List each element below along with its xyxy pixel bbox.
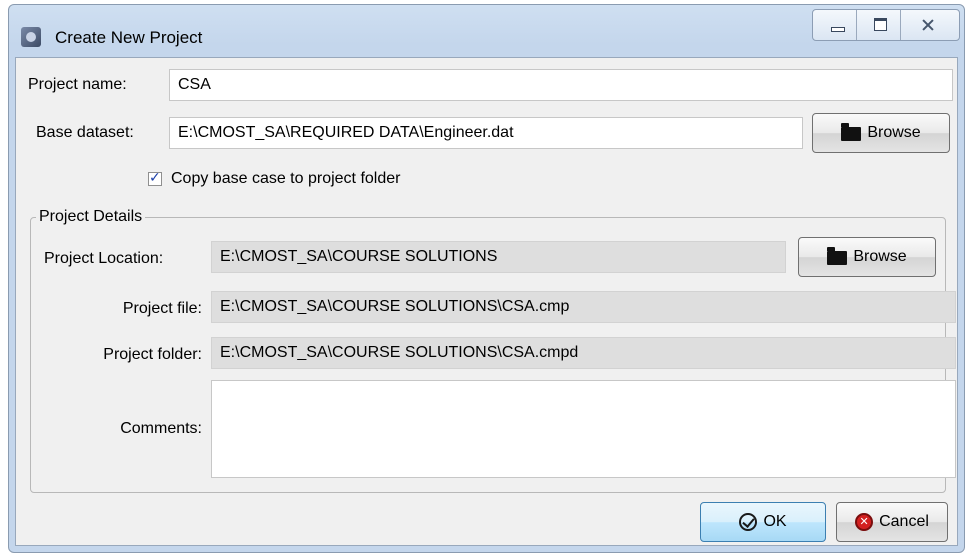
browse-label: Browse <box>867 124 921 141</box>
cancel-icon: ✕ <box>855 513 874 531</box>
project-name-input[interactable]: CSA <box>169 69 953 101</box>
project-location-browse-button[interactable]: Browse <box>798 237 936 277</box>
project-file-label: Project file: <box>122 300 202 317</box>
cancel-label: Cancel <box>879 513 929 530</box>
folder-icon <box>841 123 862 141</box>
close-icon[interactable] <box>901 10 959 40</box>
comments-textarea[interactable] <box>211 380 956 478</box>
maximize-icon[interactable] <box>857 10 901 40</box>
base-dataset-browse-button[interactable]: Browse <box>812 113 950 153</box>
create-project-dialog: Create New Project Project name: CSA Bas… <box>8 4 965 553</box>
comments-label: Comments: <box>120 420 202 437</box>
minimize-icon[interactable] <box>813 10 857 40</box>
project-location-field: E:\CMOST_SA\COURSE SOLUTIONS <box>211 241 786 273</box>
ok-label: OK <box>763 513 787 530</box>
project-folder-label: Project folder: <box>103 346 202 363</box>
project-folder-field: E:\CMOST_SA\COURSE SOLUTIONS\CSA.cmpd <box>211 337 956 369</box>
project-location-label: Project Location: <box>44 250 164 267</box>
copy-base-case-label: Copy base case to project folder <box>171 170 401 187</box>
check-circle-icon <box>739 513 758 531</box>
project-details-title: Project Details <box>36 208 146 226</box>
app-icon <box>21 27 41 47</box>
dialog-body: Project name: CSA Base dataset: E:\CMOST… <box>15 57 958 546</box>
project-file-field: E:\CMOST_SA\COURSE SOLUTIONS\CSA.cmp <box>211 291 956 323</box>
window-controls <box>812 9 960 41</box>
copy-base-case-checkbox[interactable] <box>148 169 162 186</box>
folder-icon <box>827 247 848 265</box>
base-dataset-input[interactable]: E:\CMOST_SA\REQUIRED DATA\Engineer.dat <box>169 117 803 149</box>
cancel-button[interactable]: ✕ Cancel <box>836 502 948 542</box>
title-bar[interactable]: Create New Project <box>9 5 964 53</box>
base-dataset-label: Base dataset: <box>36 124 134 141</box>
window-title: Create New Project <box>55 28 203 47</box>
ok-button[interactable]: OK <box>700 502 826 542</box>
browse-label: Browse <box>853 248 907 265</box>
project-name-label: Project name: <box>28 76 127 93</box>
